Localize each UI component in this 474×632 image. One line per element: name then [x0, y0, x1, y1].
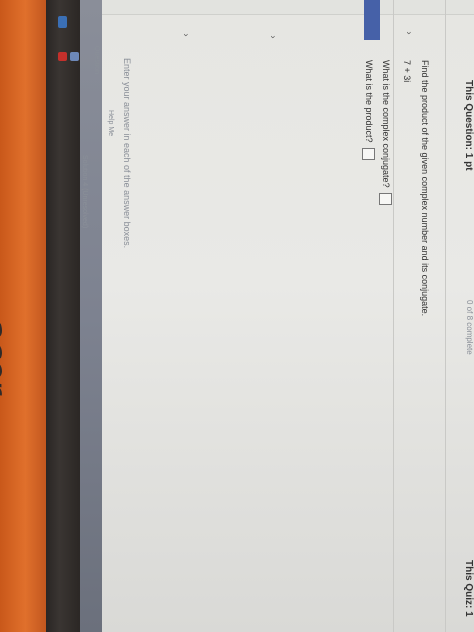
sidebar-item-solution[interactable]: Solution 4 (Unresolved) — [81, 155, 88, 228]
quiz-progress: This Quiz: 1 — [463, 560, 474, 617]
acer-logo: acer — [0, 318, 14, 393]
conjugate-row: What is the complex conjugate? — [379, 60, 392, 206]
laptop-bezel-orange — [0, 0, 46, 632]
conjugate-label: What is the complex conjugate? — [381, 60, 392, 188]
chevron-right-icon[interactable]: › — [182, 34, 192, 37]
app-icon[interactable] — [58, 16, 67, 28]
conjugate-answer-input[interactable] — [379, 193, 392, 206]
app-icon[interactable] — [70, 52, 79, 61]
completion-status: 0 of 8 complete — [465, 300, 474, 355]
product-answer-input[interactable] — [362, 148, 375, 161]
header-divider — [445, 0, 446, 632]
chevron-right-icon[interactable]: › — [405, 32, 415, 35]
sidebar-panel — [80, 0, 102, 632]
product-row: What is the product? — [362, 60, 375, 161]
question-points: This Question: 1 pt — [463, 80, 474, 171]
sidebar-item-help[interactable]: Help Me — [107, 110, 114, 136]
top-band — [102, 0, 474, 15]
product-label: What is the product? — [364, 60, 375, 143]
laptop-bezel-dark — [46, 0, 80, 632]
complex-number: 7 + 3i — [402, 60, 412, 83]
app-icon[interactable] — [58, 52, 67, 61]
question-prompt: Find the product of the given complex nu… — [420, 60, 430, 317]
answer-instruction: Enter your answer in each of the answer … — [122, 58, 132, 249]
question-panel — [102, 0, 474, 632]
chevron-right-icon[interactable]: › — [269, 36, 279, 39]
accent-bar — [364, 0, 380, 40]
sidebar-item-question[interactable]: Question — [93, 46, 100, 74]
header-divider — [393, 0, 394, 632]
screen-photo: acer This Quiz: 1 This Question: 1 pt 0 … — [0, 0, 474, 632]
